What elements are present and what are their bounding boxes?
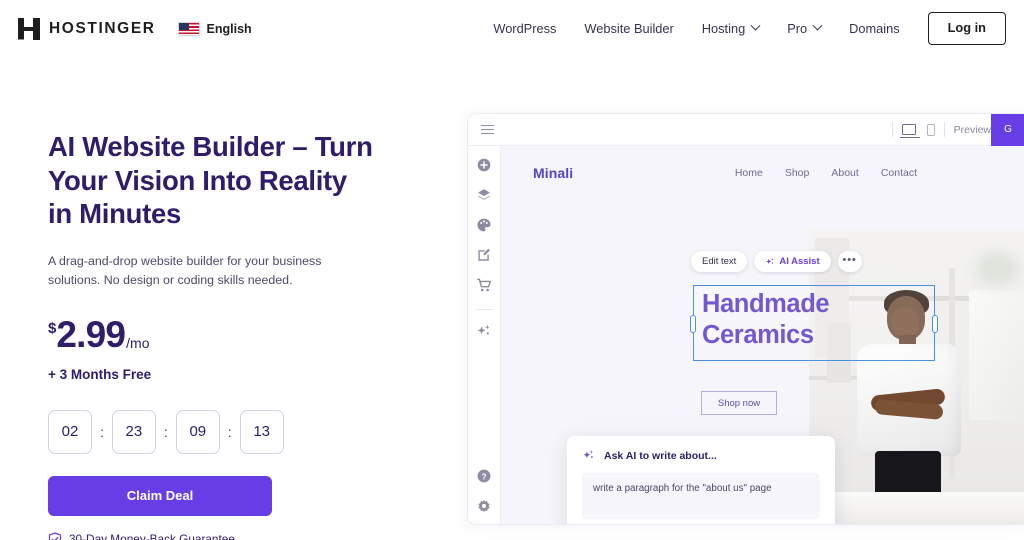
ai-sparkle-icon <box>583 450 593 459</box>
site-nav-item-shop[interactable]: Shop <box>785 167 810 179</box>
hero-section: AI Website Builder – Turn Your Vision In… <box>48 130 378 540</box>
price-period: /mo <box>126 334 150 351</box>
edit-text-button[interactable]: Edit text <box>691 251 748 272</box>
countdown-separator: : <box>227 423 232 440</box>
price-block: $ 2.99 /mo <box>48 316 378 353</box>
hostinger-h-logo-icon[interactable] <box>18 17 40 40</box>
price-amount: 2.99 <box>56 313 126 355</box>
countdown-timer: 02 : 23 : 09 : 13 <box>48 409 378 454</box>
ai-panel-title: Ask AI to write about... <box>604 449 717 462</box>
countdown-separator: : <box>100 423 104 440</box>
site-header: Minali Home Shop About Contact <box>501 146 1024 199</box>
ai-panel-header: Ask AI to write about... <box>582 449 820 462</box>
site-headline[interactable]: Handmade Ceramics <box>702 289 938 351</box>
builder-sidebar: ? <box>468 146 501 524</box>
edit-pencil-icon[interactable] <box>476 247 492 263</box>
countdown-minutes: 09 <box>175 409 220 454</box>
login-button[interactable]: Log in <box>927 12 1006 45</box>
ai-sparkle-icon <box>766 257 774 264</box>
photo-table <box>809 492 1024 524</box>
site-nav: Home Shop About Contact <box>713 167 917 179</box>
ai-assist-button[interactable]: AI Assist <box>754 251 831 272</box>
ai-sparkle-icon[interactable] <box>476 323 492 339</box>
hostinger-landing-page: HOSTINGER English WordPress Website Buil… <box>0 0 1024 540</box>
hamburger-menu-icon[interactable] <box>468 124 506 135</box>
divider <box>891 122 893 137</box>
preview-button[interactable]: Preview <box>954 124 991 136</box>
divider <box>475 309 493 310</box>
website-builder-mockup: Preview G ? Minali Home Shop About Conta… <box>467 113 1024 525</box>
help-question-icon[interactable]: ? <box>476 468 492 484</box>
shopping-cart-icon[interactable] <box>476 277 492 293</box>
settings-gear-icon[interactable] <box>476 498 492 514</box>
countdown-days: 02 <box>48 409 92 454</box>
hero-photo <box>809 228 1024 524</box>
builder-topbar: Preview G <box>468 114 1024 146</box>
nav-link-label: WordPress <box>493 20 557 36</box>
guarantee-row: 30-Day Money-Back Guarantee <box>48 532 378 540</box>
divider <box>943 122 945 137</box>
brand-group: HOSTINGER English <box>18 17 252 40</box>
bonus-months-label: + 3 Months Free <box>48 366 152 382</box>
shield-check-icon <box>48 532 62 540</box>
hero-subheading: A drag-and-drop website builder for your… <box>48 253 322 288</box>
more-options-button[interactable]: ••• <box>837 251 862 272</box>
nav-link-website-builder[interactable]: Website Builder <box>584 21 673 36</box>
nav-link-hosting[interactable]: Hosting <box>701 20 761 36</box>
top-navigation-bar: HOSTINGER English WordPress Website Buil… <box>0 0 1024 57</box>
countdown-separator: : <box>163 423 168 440</box>
guarantee-text: 30-Day Money-Back Guarantee <box>69 532 235 540</box>
nav-link-wordpress[interactable]: WordPress <box>493 21 556 36</box>
site-logo[interactable]: Minali <box>533 165 573 181</box>
language-label: English <box>206 21 252 36</box>
countdown-hours: 23 <box>111 409 156 454</box>
price-currency: $ <box>48 319 57 337</box>
photo-vase <box>969 290 1024 420</box>
language-selector[interactable]: English <box>177 21 252 36</box>
layers-icon[interactable] <box>476 187 492 203</box>
us-flag-icon <box>177 21 200 36</box>
photo-plant <box>975 252 1019 286</box>
desktop-view-icon[interactable] <box>899 124 920 139</box>
ai-assist-label: AI Assist <box>779 256 820 267</box>
countdown-seconds: 13 <box>239 409 284 454</box>
element-float-toolbar: Edit text AI Assist ••• <box>691 251 862 272</box>
builder-sidebar-bottom: ? <box>476 468 492 524</box>
site-nav-item-about[interactable]: About <box>831 167 858 179</box>
builder-topbar-right: Preview G <box>883 114 1024 146</box>
publish-button[interactable]: G <box>991 114 1024 146</box>
nav-link-label: Domains <box>849 20 900 36</box>
resize-handle-left[interactable] <box>690 315 696 333</box>
shop-now-button[interactable]: Shop now <box>701 391 777 415</box>
site-nav-item-contact[interactable]: Contact <box>881 167 917 179</box>
nav-link-pro[interactable]: Pro <box>787 20 823 36</box>
logo-wordmark[interactable]: HOSTINGER <box>49 20 156 38</box>
svg-text:?: ? <box>481 471 486 481</box>
claim-deal-button[interactable]: Claim Deal <box>48 475 272 516</box>
nav-link-label: Pro <box>787 20 808 36</box>
nav-link-domains[interactable]: Domains <box>849 21 900 36</box>
nav-link-label: Hosting <box>701 20 746 36</box>
mobile-view-icon[interactable] <box>926 123 935 136</box>
chevron-down-icon <box>750 20 761 31</box>
ai-prompt-input[interactable] <box>582 473 820 519</box>
palette-icon[interactable] <box>476 217 492 233</box>
page-title: AI Website Builder – Turn Your Vision In… <box>48 131 373 230</box>
site-nav-item-home[interactable]: Home <box>735 167 763 179</box>
chevron-down-icon <box>812 20 823 31</box>
ai-write-panel: Ask AI to write about... <box>567 436 835 524</box>
add-element-icon[interactable] <box>476 157 492 173</box>
builder-canvas[interactable]: Minali Home Shop About Contact Edit text… <box>501 146 1024 524</box>
nav-link-label: Website Builder <box>584 20 674 36</box>
nav-links: WordPress Website Builder Hosting Pro Do… <box>493 12 1006 45</box>
